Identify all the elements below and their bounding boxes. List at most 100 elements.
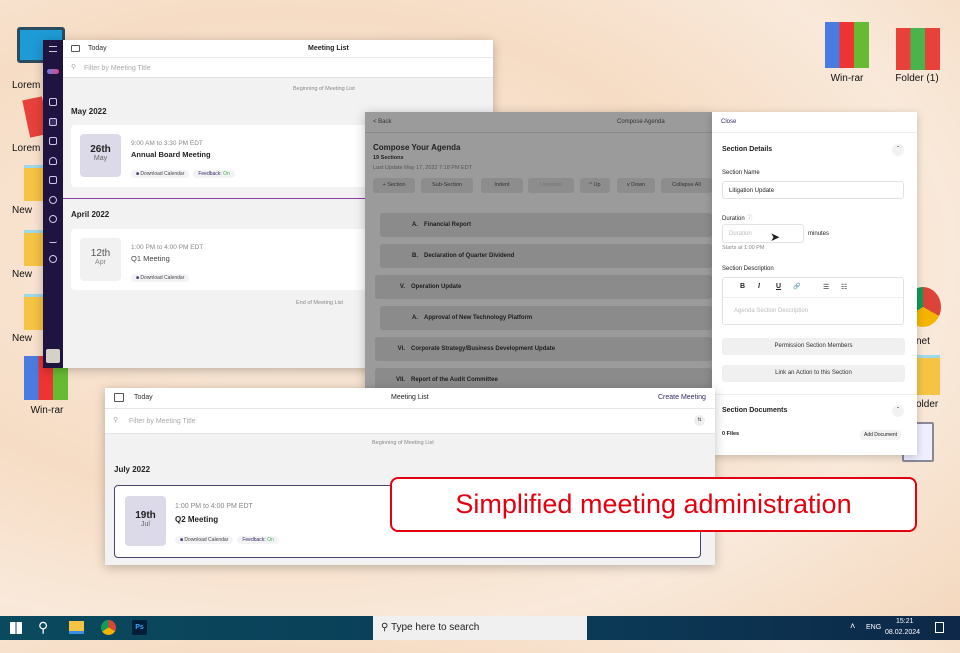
meeting-title[interactable]: Annual Board Meeting (131, 150, 211, 159)
month-heading: April 2022 (71, 210, 110, 219)
duration-label: Duration ⓘ (722, 213, 752, 222)
description-placeholder: Agenda Section Description (734, 308, 809, 314)
agenda-item-title: Corporate Strategy/Business Development … (411, 346, 556, 352)
feedback-label: Feedback: (242, 537, 266, 543)
callout-banner: Simplified meeting administration (390, 477, 917, 532)
home-icon[interactable] (49, 98, 57, 106)
add-section-button[interactable]: + Section (373, 178, 415, 193)
collapse-all-button[interactable]: Collapse All (661, 178, 712, 193)
italic-button[interactable]: I (758, 283, 760, 290)
checklist-icon[interactable] (49, 235, 57, 243)
unindent-button[interactable]: Unindent (528, 178, 574, 193)
section-name-value: Litigation Update (729, 188, 775, 194)
download-calendar-button[interactable]: ■ Download Calendar (131, 170, 190, 178)
people-icon[interactable] (49, 196, 57, 204)
photoshop-icon[interactable]: Ps (132, 620, 147, 635)
feedback-badge: Feedback: On (237, 536, 279, 544)
info-icon[interactable] (49, 255, 57, 263)
back-button[interactable]: < Back (373, 119, 392, 125)
collapse-icon[interactable]: ˆ (892, 405, 904, 417)
link-button[interactable]: 🔗 (793, 283, 800, 290)
feedback-state: On (223, 171, 230, 177)
sort-icon[interactable]: ⇅ (694, 415, 705, 426)
file-explorer-icon[interactable] (69, 621, 84, 634)
meeting-day: 26th (90, 144, 111, 155)
search-input[interactable]: Filter by Meeting Title (129, 418, 196, 425)
calendar-icon: ■ (136, 275, 140, 281)
feedback-badge: Feedback: On (193, 170, 235, 178)
meeting-month: Jul (141, 521, 150, 528)
search-icon[interactable]: ⚲ (38, 619, 48, 643)
indent-button[interactable]: Indent (481, 178, 523, 193)
underline-button[interactable]: U (776, 283, 781, 290)
sub-section-button[interactable]: Sub-Section (421, 178, 473, 193)
tray-chevron-icon[interactable]: ˄ (850, 621, 855, 645)
today-button[interactable]: Today (134, 394, 153, 401)
beginning-label: Beginning of Meeting List (293, 86, 355, 92)
bell-icon[interactable] (49, 157, 57, 165)
callout-text: Simplified meeting administration (455, 489, 852, 519)
search-input[interactable]: Filter by Meeting Title (84, 65, 151, 72)
link-action-button[interactable]: Link an Action to this Section (722, 365, 905, 382)
folder-icon[interactable] (49, 176, 57, 184)
compose-agenda-window: < Back Compose Agenda Compose Your Agend… (365, 112, 712, 390)
beginning-label: Beginning of Meeting List (372, 440, 434, 446)
duration-input[interactable]: Duration (722, 224, 804, 243)
agenda-item[interactable]: B. Declaration of Quarter Dividend (380, 244, 712, 268)
files-count: 0 Files (722, 431, 740, 437)
chrome-icon[interactable] (101, 620, 116, 635)
calendar-icon[interactable] (49, 118, 57, 126)
agenda-item[interactable]: VII. Report of the Audit Committee (375, 368, 712, 390)
meeting-time: 1:00 PM to 4:00 PM EDT (175, 503, 253, 510)
down-button[interactable]: v Down (617, 178, 655, 193)
meeting-title[interactable]: Q1 Meeting (131, 254, 170, 263)
agenda-item[interactable]: A. Approval of New Technology Platform (380, 306, 712, 330)
up-button[interactable]: ^ Up (580, 178, 610, 193)
minutes-label: minutes (808, 231, 830, 237)
section-details-panel: Close Section Details ˆ Section Name Lit… (712, 112, 917, 455)
meeting-title[interactable]: Q2 Meeting (175, 515, 218, 524)
bullet-list-button[interactable]: ☰ (823, 283, 829, 291)
download-calendar-button[interactable]: ■ Download Calendar (175, 536, 234, 544)
binders-icon[interactable] (896, 28, 940, 70)
chat-icon[interactable] (49, 215, 57, 223)
agenda-item[interactable]: A. Financial Report (380, 213, 712, 237)
avatar[interactable] (46, 349, 60, 363)
close-button[interactable]: Close (721, 119, 736, 125)
download-calendar-button[interactable]: ■ Download Calendar (131, 274, 190, 282)
section-name-input[interactable]: Litigation Update (722, 181, 904, 199)
description-label: Section Description (722, 266, 774, 272)
taskbar-search-input[interactable]: ⚲ Type here to search (373, 616, 587, 640)
numbered-list-button[interactable]: ☷ (841, 283, 847, 291)
winrar-icon[interactable] (825, 22, 869, 68)
sidebar-toggle-icon[interactable] (71, 45, 80, 52)
description-editor[interactable]: B I U 🔗 ☰ ☷ Agenda Section Description (722, 277, 904, 325)
agenda-item-title: Approval of New Technology Platform (424, 315, 533, 321)
bold-button[interactable]: B (740, 283, 745, 290)
feedback-label: Feedback: (198, 171, 222, 177)
folder-icon[interactable] (915, 355, 940, 395)
menu-icon[interactable] (49, 46, 57, 52)
agenda-item[interactable]: VI. Corporate Strategy/Business Developme… (375, 337, 712, 361)
duration-label-text: Duration (722, 216, 745, 222)
month-heading: May 2022 (71, 107, 107, 116)
notification-icon[interactable] (935, 622, 944, 633)
book-icon[interactable] (49, 137, 57, 145)
windows-start-icon[interactable] (10, 622, 22, 634)
sidebar-toggle-icon[interactable] (114, 393, 124, 402)
meeting-day: 19th (135, 510, 156, 521)
add-document-button[interactable]: Add Document (860, 430, 902, 440)
create-meeting-button[interactable]: Create Meeting (658, 394, 706, 401)
clock-date[interactable]: 08.02.2024 (885, 629, 920, 653)
agenda-item[interactable]: V. Operation Update (375, 275, 712, 299)
agenda-item-title: Operation Update (411, 284, 462, 290)
today-button[interactable]: Today (88, 45, 107, 52)
collapse-icon[interactable]: ˆ (892, 144, 904, 156)
calendar-icon: ■ (136, 171, 140, 177)
end-label: End of Meeting List (296, 300, 344, 306)
permission-section-members-button[interactable]: Permission Section Members (722, 338, 905, 355)
desktop-label: older (916, 399, 939, 410)
agenda-item-number: A. (412, 315, 418, 321)
meeting-day: 12th (90, 248, 111, 259)
language-indicator[interactable]: ENG (866, 624, 881, 648)
